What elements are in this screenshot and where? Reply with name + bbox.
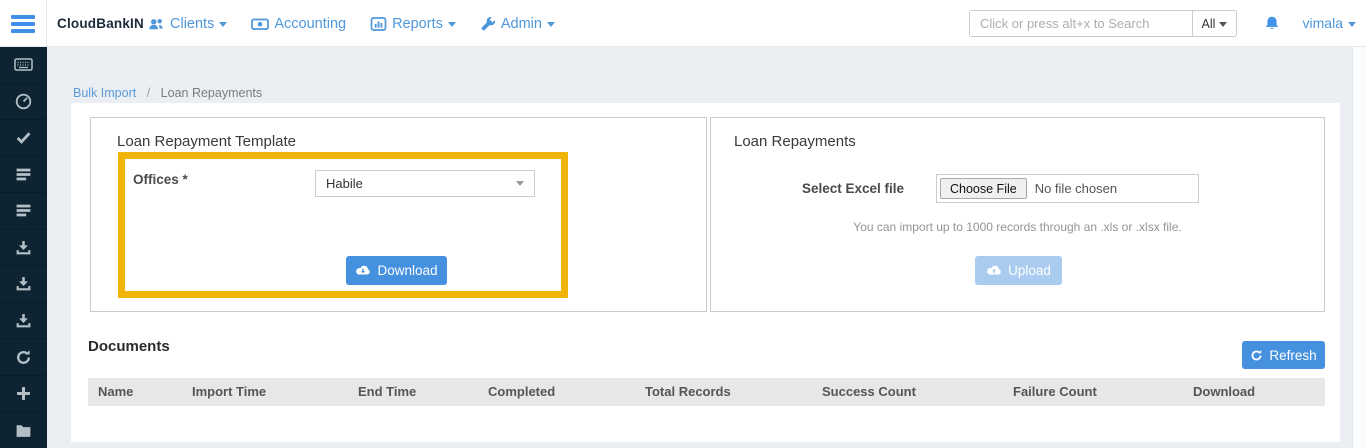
content-card: Loan Repayment Template Offices * Habile…	[71, 103, 1340, 442]
nav-item-accounting[interactable]: Accounting	[251, 16, 346, 32]
bell-icon	[1265, 16, 1279, 30]
caret-down-icon	[1348, 22, 1356, 27]
caret-down-icon	[219, 22, 228, 27]
sidebar-item-import-2[interactable]	[0, 266, 47, 303]
offices-select-value: Habile	[326, 176, 363, 191]
sidebar-item-list-1[interactable]	[0, 157, 47, 194]
cloud-download-icon	[356, 265, 371, 275]
caret-down-icon	[1219, 22, 1228, 27]
loan-repayment-template-panel: Loan Repayment Template Offices * Habile…	[90, 117, 707, 312]
documents-table-header: Name Import Time End Time Completed Tota…	[88, 378, 1325, 406]
caret-down-icon	[516, 181, 524, 186]
panel-title: Loan Repayment Template	[117, 133, 297, 150]
offices-select[interactable]: Habile	[315, 170, 535, 197]
import-helper-text: You can import up to 1000 records throug…	[853, 220, 1182, 234]
loan-repayments-panel: Loan Repayments Select Excel file Choose…	[710, 117, 1325, 312]
menu-toggle-button[interactable]	[0, 0, 47, 47]
import-tray-icon	[16, 277, 31, 291]
sidebar-item-import-1[interactable]	[0, 230, 47, 267]
user-menu[interactable]: vimala	[1303, 0, 1356, 47]
nav-label: Accounting	[274, 15, 347, 32]
offices-label: Offices *	[133, 172, 188, 187]
panel-title: Loan Repayments	[734, 133, 856, 150]
search-filter-dropdown[interactable]: All	[1192, 11, 1236, 36]
column-header-failure-count: Failure Count	[1013, 384, 1097, 399]
notifications-button[interactable]	[1264, 15, 1280, 37]
sidebar-item-documents[interactable]	[0, 412, 47, 448]
cloud-upload-icon	[987, 265, 1001, 275]
folder-icon	[16, 424, 31, 437]
documents-section-title: Documents	[88, 338, 170, 355]
sidebar-item-import-3[interactable]	[0, 303, 47, 340]
plus-icon	[17, 387, 30, 401]
column-header-end-time: End Time	[358, 384, 417, 399]
breadcrumb-separator: /	[146, 86, 151, 100]
global-search: All	[969, 10, 1237, 37]
username: vimala	[1302, 15, 1343, 31]
nav-label: Clients	[170, 15, 215, 32]
keyboard-icon	[14, 58, 33, 72]
bar-chart-icon	[370, 16, 387, 31]
left-icon-sidebar	[0, 47, 47, 448]
upload-button[interactable]: Upload	[975, 256, 1062, 285]
refresh-icon	[17, 349, 30, 364]
select-excel-file-label: Select Excel file	[801, 181, 904, 196]
check-icon	[16, 132, 31, 145]
rows-icon	[16, 168, 31, 181]
rows-icon	[16, 205, 31, 217]
download-template-button[interactable]: Download	[346, 256, 447, 285]
nav-label: Admin	[500, 15, 542, 32]
main-nav: Clients Accounting Reports Admin	[148, 0, 579, 47]
sidebar-item-refresh[interactable]	[0, 339, 47, 376]
refresh-button[interactable]: Refresh	[1242, 341, 1325, 369]
file-input[interactable]: Choose File No file chosen	[936, 174, 1199, 203]
column-header-import-time: Import Time	[192, 384, 267, 399]
sidebar-item-dashboard[interactable]	[0, 84, 47, 121]
search-filter-value: All	[1201, 16, 1216, 31]
download-button-label: Download	[377, 263, 438, 278]
caret-down-icon	[447, 22, 456, 27]
breadcrumb-link-bulk-import[interactable]: Bulk Import	[73, 86, 136, 100]
column-header-name: Name	[98, 384, 134, 399]
choose-file-button[interactable]: Choose File	[940, 178, 1027, 199]
sidebar-item-list-2[interactable]	[0, 193, 47, 230]
column-header-total-records: Total Records	[645, 384, 731, 399]
tutorial-highlight-box: Offices * Habile Download	[118, 152, 568, 298]
upload-button-label: Upload	[1008, 263, 1051, 278]
nav-label: Reports	[392, 15, 443, 32]
import-tray-icon	[16, 240, 31, 254]
breadcrumb: Bulk Import / Loan Repayments	[73, 86, 262, 100]
column-header-completed: Completed	[488, 384, 556, 399]
nav-item-reports[interactable]: Reports	[370, 16, 456, 32]
nav-item-admin[interactable]: Admin	[480, 16, 555, 32]
no-file-chosen-text: No file chosen	[1034, 181, 1118, 196]
column-header-download: Download	[1193, 384, 1256, 399]
scrollbar-track[interactable]	[1352, 47, 1366, 448]
caret-down-icon	[546, 22, 555, 27]
column-header-success-count: Success Count	[822, 384, 916, 399]
refresh-icon	[1251, 349, 1262, 360]
refresh-button-label: Refresh	[1269, 347, 1317, 363]
app-logo[interactable]: CloudBankIN	[57, 0, 144, 47]
gauge-icon	[15, 93, 32, 110]
import-tray-icon	[16, 313, 31, 327]
sidebar-item-approvals[interactable]	[0, 120, 47, 157]
sidebar-item-keyboard[interactable]	[0, 47, 47, 84]
nav-item-clients[interactable]: Clients	[148, 15, 228, 32]
sidebar-item-add[interactable]	[0, 376, 47, 413]
wrench-icon	[481, 16, 495, 30]
money-icon	[251, 18, 270, 30]
top-navigation-bar: CloudBankIN Clients Accounting Reports A…	[0, 0, 1366, 47]
hamburger-icon	[11, 12, 35, 36]
main-content: Bulk Import / Loan Repayments Loan Repay…	[47, 47, 1366, 448]
users-icon	[149, 18, 163, 29]
breadcrumb-current: Loan Repayments	[160, 86, 263, 100]
search-input[interactable]	[970, 11, 1192, 36]
